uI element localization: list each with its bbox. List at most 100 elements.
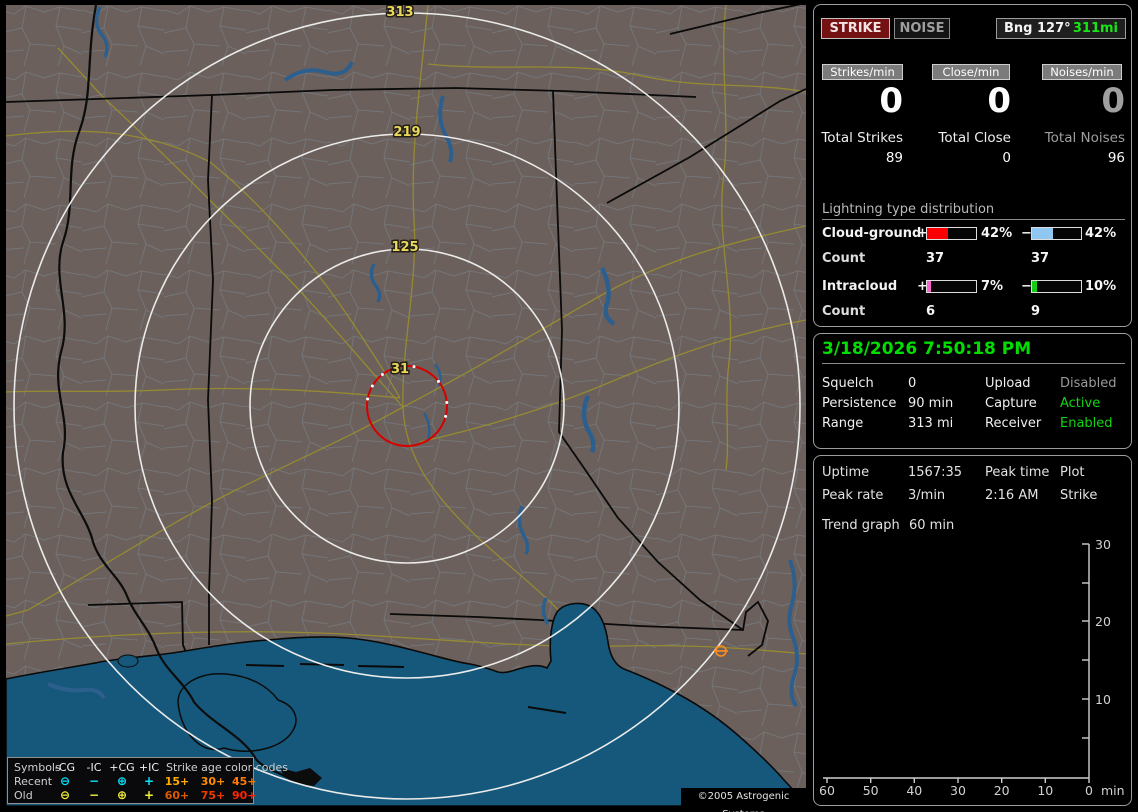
x-tick-label: 0: [1085, 783, 1093, 798]
age-code-30: 30+: [200, 775, 226, 788]
total-noises-value: 96: [1107, 150, 1125, 166]
pos-cg-recent-icon: ⊕: [116, 774, 128, 788]
strikes-per-min-value: 0: [879, 81, 903, 121]
total-close-label: Total Close: [938, 130, 1011, 146]
ring-label-125: 125: [391, 240, 418, 255]
age-code-75: 75+: [200, 789, 226, 802]
map-legend: Symbols -CG -IC +CG +IC Strike age color…: [7, 757, 288, 804]
pos-ic-recent-icon: +: [143, 774, 155, 788]
upload-label: Upload: [985, 376, 1031, 391]
x-axis-unit: min: [1101, 783, 1125, 798]
cloud-ground-minus-count: 37: [1031, 251, 1050, 266]
total-close-value: 0: [1002, 150, 1011, 166]
distribution-divider: [822, 219, 1125, 220]
strike-panel: STRIKE NOISE Bng 127° 311mi Strikes/min …: [813, 4, 1132, 327]
neg-cg-old-icon: ⊖: [59, 788, 71, 802]
intracloud-count-label: Count: [822, 304, 866, 319]
total-strikes-label: Total Strikes: [821, 130, 903, 146]
intracloud-minus-pct: 10%: [1085, 279, 1117, 294]
bar-fill: [1032, 281, 1038, 292]
y-tick-label: 30: [1095, 537, 1111, 552]
persistence-label: Persistence: [822, 396, 897, 411]
noise-button[interactable]: NOISE: [894, 18, 950, 39]
datetime-display: 3/18/2026 7:50:18 PM: [822, 339, 1032, 359]
age-code-15: 15+: [164, 775, 190, 788]
neg-ic-old-icon: −: [88, 788, 100, 802]
stats-panel: Uptime 1567:35 Peak time Plot Peak rate …: [813, 455, 1132, 806]
squelch-label: Squelch: [822, 376, 874, 391]
capture-status: Active: [1060, 396, 1101, 411]
ring-label-219: 219: [393, 125, 420, 140]
trend-axes: [823, 543, 1090, 783]
persistence-value: 90 min: [908, 396, 954, 411]
app-window: 313 219 125 31 Symbols -CG -IC +CG +IC S…: [0, 0, 1138, 812]
legend-row-old-label: Old: [14, 789, 33, 802]
close-per-min-value: 0: [987, 81, 1011, 121]
x-tick-label: 20: [994, 783, 1010, 798]
cloud-ground-plus-bar: [926, 227, 977, 240]
intracloud-plus-bar: [926, 280, 977, 293]
cloud-ground-plus-count: 37: [926, 251, 945, 266]
copyright-label: ©2005 Astrogenic Systems: [681, 788, 806, 812]
y-tick-label: 10: [1095, 692, 1111, 707]
capture-label: Capture: [985, 396, 1037, 411]
small-lake: [117, 654, 139, 668]
legend-col-pos-cg: +CG: [109, 761, 135, 774]
noises-per-min-badge: Noises/min: [1042, 64, 1122, 80]
x-tick-label: 60: [819, 783, 835, 798]
ring-label-31: 31: [391, 362, 409, 377]
status-panel: 3/18/2026 7:50:18 PM Squelch 0 Upload Di…: [813, 333, 1132, 449]
distribution-title: Lightning type distribution: [822, 202, 995, 217]
age-code-45: 45+: [232, 775, 257, 788]
neg-ic-recent-icon: −: [88, 774, 100, 788]
x-tick-label: 40: [906, 783, 922, 798]
noises-per-min-value: 0: [1101, 81, 1125, 121]
squelch-value: 0: [908, 376, 917, 391]
intracloud-plus-pct: 7%: [981, 279, 1004, 294]
close-per-min-badge: Close/min: [932, 64, 1010, 80]
age-code-60: 60+: [164, 789, 190, 802]
legend-col-pos-ic: +IC: [138, 761, 160, 774]
bar-fill: [927, 228, 948, 239]
pos-cg-old-icon: ⊕: [116, 788, 128, 802]
bar-fill: [927, 281, 931, 292]
x-tick-label: 30: [950, 783, 966, 798]
receiver-label: Receiver: [985, 416, 1042, 431]
neg-cg-recent-icon: ⊖: [59, 774, 71, 788]
pos-ic-old-icon: +: [143, 788, 155, 802]
cloud-ground-label: Cloud-ground: [822, 226, 922, 241]
cloud-ground-minus-pct: 42%: [1085, 226, 1117, 241]
receiver-status: Enabled: [1060, 416, 1113, 431]
ring-label-313: 313: [386, 5, 413, 20]
legend-col-neg-cg: -CG: [54, 761, 76, 774]
legend-col-neg-ic: -IC: [86, 761, 102, 774]
strike-button[interactable]: STRIKE: [821, 18, 890, 39]
x-tick-label: 50: [863, 783, 879, 798]
y-tick-label: 20: [1095, 614, 1111, 629]
lightning-map[interactable]: 313 219 125 31 Symbols -CG -IC +CG +IC S…: [6, 5, 806, 812]
intracloud-minus-count: 9: [1031, 304, 1041, 319]
age-code-90: 90+: [232, 789, 257, 802]
cloud-ground-count-label: Count: [822, 251, 866, 266]
total-strikes-value: 89: [885, 150, 903, 166]
legend-age-title: Strike age color codes: [166, 761, 288, 774]
bearing-label: Bng 127°: [1004, 21, 1071, 36]
strikes-per-min-badge: Strikes/min: [822, 64, 903, 80]
bearing-display: Bng 127° 311mi: [996, 18, 1126, 39]
x-tick-label: 10: [1037, 783, 1053, 798]
cloud-ground-plus-pct: 42%: [981, 226, 1013, 241]
bar-fill: [1032, 228, 1053, 239]
range-value: 313 mi: [908, 416, 954, 431]
range-label: Range: [822, 416, 864, 431]
upload-status: Disabled: [1060, 376, 1117, 391]
intracloud-minus-bar: [1031, 280, 1082, 293]
bearing-range: 311mi: [1072, 21, 1118, 36]
map-canvas: 313 219 125 31: [6, 5, 806, 806]
datetime-divider: [822, 363, 1125, 364]
legend-row-recent-label: Recent: [14, 775, 53, 788]
trend-chart: 30 20 10 60 50 40 30 20 10 0 min: [819, 537, 1125, 798]
cloud-ground-minus-bar: [1031, 227, 1082, 240]
total-noises-label: Total Noises: [1044, 130, 1125, 146]
intracloud-label: Intracloud: [822, 279, 898, 294]
intracloud-plus-count: 6: [926, 304, 936, 319]
